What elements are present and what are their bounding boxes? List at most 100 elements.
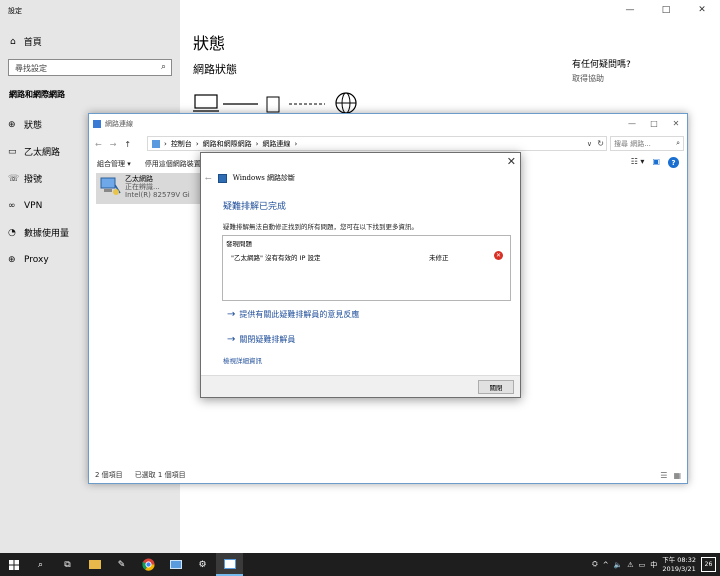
taskbar: ⌕ ⧉ ✎ ⚙ ⛭ ^ 🔈 ⚠ ▭ 中 下午 08:32 2019/3/21 2…: [0, 553, 720, 576]
explorer-maximize-button[interactable]: □: [643, 114, 665, 132]
settings-nav-list: ⊕ 狀態 ▭ 乙太網路 ☏ 撥號 ∞ VPN ◔ 數據使用量 ⊕ Proxy: [8, 111, 69, 273]
volume-icon[interactable]: 🔈: [614, 561, 623, 569]
breadcrumb-item[interactable]: 網路和網際網路: [203, 139, 252, 149]
arrow-right-icon: →: [227, 334, 236, 345]
file-explorer-icon[interactable]: [81, 553, 108, 576]
explorer-titlebar: 網路連線 — □ ✕: [89, 114, 687, 134]
close-troubleshooter-label: 關閉疑難排解員: [239, 335, 296, 344]
back-arrow-icon[interactable]: ←: [95, 140, 102, 149]
breadcrumb-item[interactable]: 控制台: [171, 139, 192, 149]
settings-gear-icon[interactable]: ⚙: [189, 553, 216, 576]
network-diagram: [193, 92, 357, 114]
explorer-search-input[interactable]: 搜尋 網路... ⌕: [610, 136, 684, 151]
sidebar-item-data-usage[interactable]: ◔ 數據使用量: [8, 219, 69, 246]
item-name: 乙太網路: [125, 175, 153, 183]
sidebar-item-ethernet[interactable]: ▭ 乙太網路: [8, 138, 69, 165]
selected-count: 已選取 1 個項目: [134, 471, 186, 479]
view-options-icon[interactable]: ☷ ▾: [631, 157, 645, 168]
minimize-button[interactable]: —: [612, 0, 648, 20]
sidebar-item-label: 狀態: [24, 121, 43, 131]
arrow-right-icon: →: [227, 309, 236, 320]
chrome-icon[interactable]: [135, 553, 162, 576]
network-warning-icon[interactable]: ⚠: [627, 561, 633, 569]
dialog-description: 疑難排解無法自動修正找到的所有問題，您可在以下找到更多資訊。: [223, 223, 418, 231]
feedback-link[interactable]: → 提供有關此疑難排解員的意見反應: [227, 309, 359, 320]
settings-window-title: 設定: [8, 7, 22, 15]
close-button[interactable]: 關閉: [478, 380, 514, 394]
nav-home[interactable]: ⌂ 首頁: [10, 35, 42, 49]
address-bar: ← → ↑ › 控制台 › 網路和網際網路 › 網路連線 › ∨ ↻ 搜尋 網路…: [89, 134, 687, 154]
preview-pane-icon[interactable]: ▣: [652, 157, 660, 168]
sidebar-item-proxy[interactable]: ⊕ Proxy: [8, 246, 69, 273]
disable-device-button[interactable]: 停用這個網路裝置: [145, 159, 201, 169]
view-details-link[interactable]: 檢視詳細資訊: [223, 355, 262, 365]
diagnostics-icon: [217, 173, 227, 183]
settings-window-controls: — □ ✕: [612, 0, 720, 20]
breadcrumb[interactable]: › 控制台 › 網路和網際網路 › 網路連線 › ∨ ↻: [147, 136, 607, 151]
ethernet-icon: ▭: [8, 146, 17, 157]
explorer-search-placeholder: 搜尋 網路...: [614, 140, 651, 148]
item-text: 乙太網路 正在辨識... Intel(R) 82579V Gi: [125, 175, 190, 199]
data-usage-icon: ◔: [8, 227, 16, 238]
explorer-title: 網路連線: [105, 120, 133, 128]
maximize-button[interactable]: □: [648, 0, 684, 20]
item-device: Intel(R) 82579V Gi: [125, 191, 190, 199]
sidebar-item-vpn[interactable]: ∞ VPN: [8, 192, 69, 219]
breadcrumb-item[interactable]: 網路連線: [262, 139, 290, 149]
dialog-close-icon[interactable]: ✕: [507, 155, 516, 168]
back-arrow-icon[interactable]: ←: [205, 174, 212, 183]
explorer-window-controls: — □ ✕: [621, 114, 687, 132]
clock-date: 2019/3/21: [662, 564, 696, 573]
dialog-heading: 疑難排解已完成: [223, 202, 287, 212]
nav-home-label: 首頁: [23, 38, 42, 48]
large-icons-view-icon[interactable]: ▦: [673, 471, 681, 480]
sidebar-item-label: 數據使用量: [24, 229, 70, 239]
issue-row: "乙太網路" 沒有有效的 IP 設定 未修正 ✕: [231, 251, 503, 262]
network-status-heading: 網路狀態: [193, 63, 237, 76]
app-icon[interactable]: ✎: [108, 553, 135, 576]
help-icon[interactable]: ?: [668, 157, 679, 168]
close-troubleshooter-link[interactable]: → 關閉疑難排解員: [227, 334, 295, 345]
home-icon: ⌂: [10, 36, 16, 47]
ime-indicator[interactable]: 中: [650, 560, 657, 570]
clock[interactable]: 下午 08:32 2019/3/21: [662, 556, 696, 574]
vpn-icon: ∞: [8, 200, 16, 211]
task-view-icon[interactable]: ⧉: [54, 553, 81, 576]
search-icon: ⌕: [676, 139, 680, 147]
start-windows-icon[interactable]: [0, 553, 27, 576]
notification-center-icon[interactable]: 26: [701, 557, 716, 572]
item-count: 2 個項目: [95, 471, 123, 479]
troubleshooter-dialog: ✕ ← Windows 網路診斷 疑難排解已完成 疑難排解無法自動修正找到的所有…: [200, 152, 521, 398]
sidebar-item-status[interactable]: ⊕ 狀態: [8, 111, 69, 138]
status-bar: 2 個項目 已選取 1 個項目: [95, 470, 186, 480]
dialog-footer: 關閉: [201, 375, 520, 397]
chevron-down-icon[interactable]: ∨: [587, 140, 592, 148]
details-view-icon[interactable]: ☰: [660, 471, 667, 480]
error-icon: ✕: [494, 251, 503, 260]
list-item[interactable]: 乙太網路 正在辨識... Intel(R) 82579V Gi: [96, 173, 206, 204]
organize-button[interactable]: 組合管理 ▾: [97, 159, 131, 169]
people-icon[interactable]: ⛭: [592, 560, 598, 569]
chevron-up-icon[interactable]: ^: [603, 561, 609, 569]
get-help-link[interactable]: 取得協助: [572, 73, 604, 84]
page-title: 狀態: [193, 34, 226, 53]
search-icon[interactable]: ⌕: [27, 553, 54, 576]
close-button[interactable]: ✕: [684, 0, 720, 20]
proxy-globe-icon: ⊕: [8, 254, 16, 265]
item-status: 正在辨識...: [125, 183, 160, 191]
network-app-icon[interactable]: [162, 553, 189, 576]
explorer-close-button[interactable]: ✕: [665, 114, 687, 132]
diagnostics-app-icon[interactable]: [216, 553, 243, 576]
window-icon: [93, 120, 101, 128]
issues-list: 發現問題 "乙太網路" 沒有有效的 IP 設定 未修正 ✕: [222, 235, 511, 301]
settings-search-input[interactable]: 尋找設定 ⌕: [8, 59, 172, 76]
up-arrow-icon[interactable]: ↑: [124, 140, 131, 149]
forward-arrow-icon[interactable]: →: [110, 140, 117, 149]
network-adapter-icon: [100, 177, 121, 195]
refresh-icon[interactable]: ↻: [597, 139, 604, 148]
explorer-minimize-button[interactable]: —: [621, 114, 643, 132]
section-title: 網路和網際網路: [9, 90, 65, 99]
sidebar-item-dialup[interactable]: ☏ 撥號: [8, 165, 69, 192]
issues-header: 發現問題: [226, 240, 252, 248]
battery-icon[interactable]: ▭: [639, 561, 646, 569]
